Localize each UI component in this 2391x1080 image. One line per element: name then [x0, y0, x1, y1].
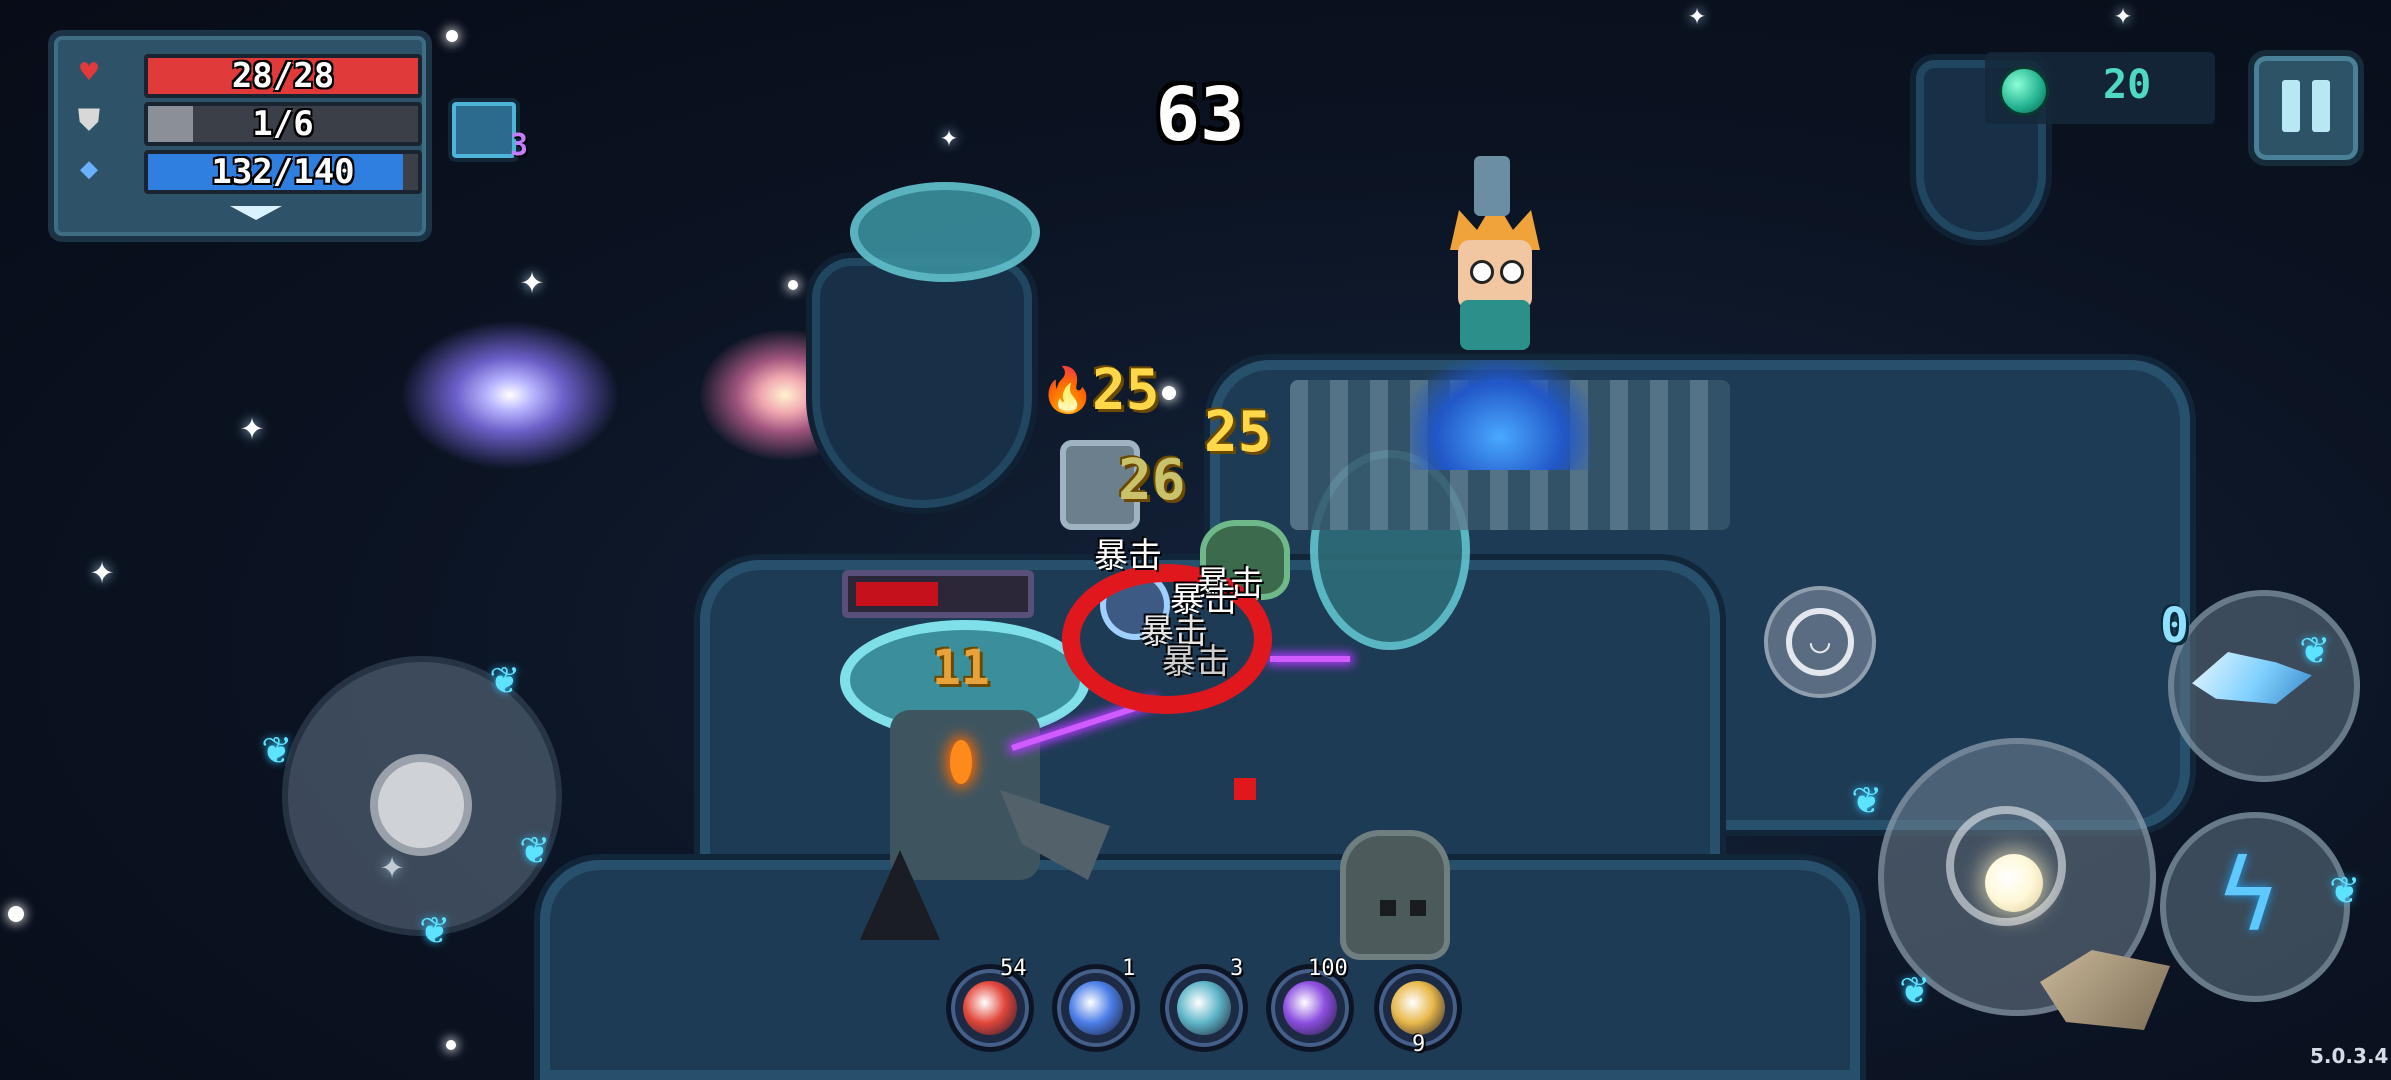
damage-number: 26: [1118, 448, 1186, 513]
gem-counter: 20: [1985, 52, 2215, 124]
buff-stack-count: 3: [510, 128, 529, 163]
red-orb-buff-icon: [963, 981, 1017, 1035]
galaxy-left: [400, 320, 620, 470]
vine-decoration-icon: ❦: [520, 820, 548, 874]
health-text: 28/28: [231, 56, 335, 96]
weapon-energy-cost: 0: [2160, 598, 2189, 654]
buff-count: 3: [1230, 956, 1244, 981]
reticle-marker: [1234, 778, 1256, 800]
energy-row: ◆ 132/140: [72, 150, 422, 194]
buff-count: 100: [1308, 956, 1348, 981]
armor-text: 1/6: [252, 104, 314, 144]
armor-row: ⛊ 1/6: [72, 102, 422, 146]
energy-text: 132/140: [211, 152, 355, 192]
diamond-icon: ◆: [79, 151, 99, 186]
stone-golem: [1330, 830, 1460, 960]
ghost-sword-buff-icon: [1177, 981, 1231, 1035]
crystal-buff-icon: [1069, 981, 1123, 1035]
vine-decoration-icon: ❦: [420, 900, 448, 954]
damage-number: 11: [932, 640, 990, 696]
fire-icon: 🔥: [1040, 365, 1095, 416]
damage-number: 25: [1092, 358, 1160, 423]
health-row: ♥ 28/28: [72, 54, 422, 98]
vine-decoration-icon: ❦: [262, 720, 290, 774]
buff-count: 9: [1412, 1032, 1426, 1057]
golden-fist-buff-icon: [1391, 981, 1445, 1035]
buff-count: 1: [1122, 956, 1136, 981]
vine-decoration-icon: ❦: [1900, 960, 1928, 1014]
version-label: 5.0.3.4: [2310, 1044, 2389, 1068]
health-bar: 28/28: [144, 54, 422, 98]
chevron-down-icon[interactable]: [230, 206, 282, 220]
purple-spirit-buff-icon: [1283, 981, 1337, 1035]
movement-joystick-knob[interactable]: [370, 754, 472, 856]
wave-timer: 63: [1155, 72, 1245, 158]
damage-number: 25: [1204, 400, 1272, 465]
energy-bar: 132/140: [144, 150, 422, 194]
heart-icon: ♥: [79, 55, 99, 90]
lightning-icon: ϟ: [2218, 837, 2279, 954]
floating-island-top: [812, 258, 1032, 508]
crit-label: 暴击: [1162, 642, 1230, 682]
blue-flame-altar: [1410, 360, 1590, 470]
boss-health-fill: [856, 582, 938, 606]
shield-icon: ⛊: [77, 103, 101, 138]
vine-decoration-icon: ❦: [1852, 770, 1880, 824]
vine-decoration-icon: ❦: [2330, 860, 2358, 914]
boss-health-bar: [842, 570, 1034, 618]
smiley-icon: ◡: [1786, 608, 1854, 676]
crit-label: 暴击: [1094, 536, 1162, 576]
pause-button[interactable]: [2248, 50, 2364, 166]
pause-icon: [2282, 80, 2300, 132]
gem-count: 20: [2103, 62, 2152, 108]
vine-decoration-icon: ❦: [490, 650, 518, 704]
attack-knob[interactable]: [1985, 854, 2043, 912]
vine-decoration-icon: ❦: [2300, 620, 2328, 674]
armor-bar: 1/6: [144, 102, 422, 146]
island-tree-canopy: [850, 182, 1040, 282]
player-stats-panel[interactable]: ♥ 28/28 ⛊ 1/6 ◆ 132/140: [48, 30, 432, 242]
pillar-top: [1474, 156, 1510, 216]
buff-count: 54: [1000, 956, 1027, 981]
laser-beam-right: [1270, 656, 1350, 662]
npc-priestess[interactable]: [1440, 200, 1550, 350]
gem-icon: [1999, 66, 2049, 116]
pause-icon: [2312, 80, 2330, 132]
